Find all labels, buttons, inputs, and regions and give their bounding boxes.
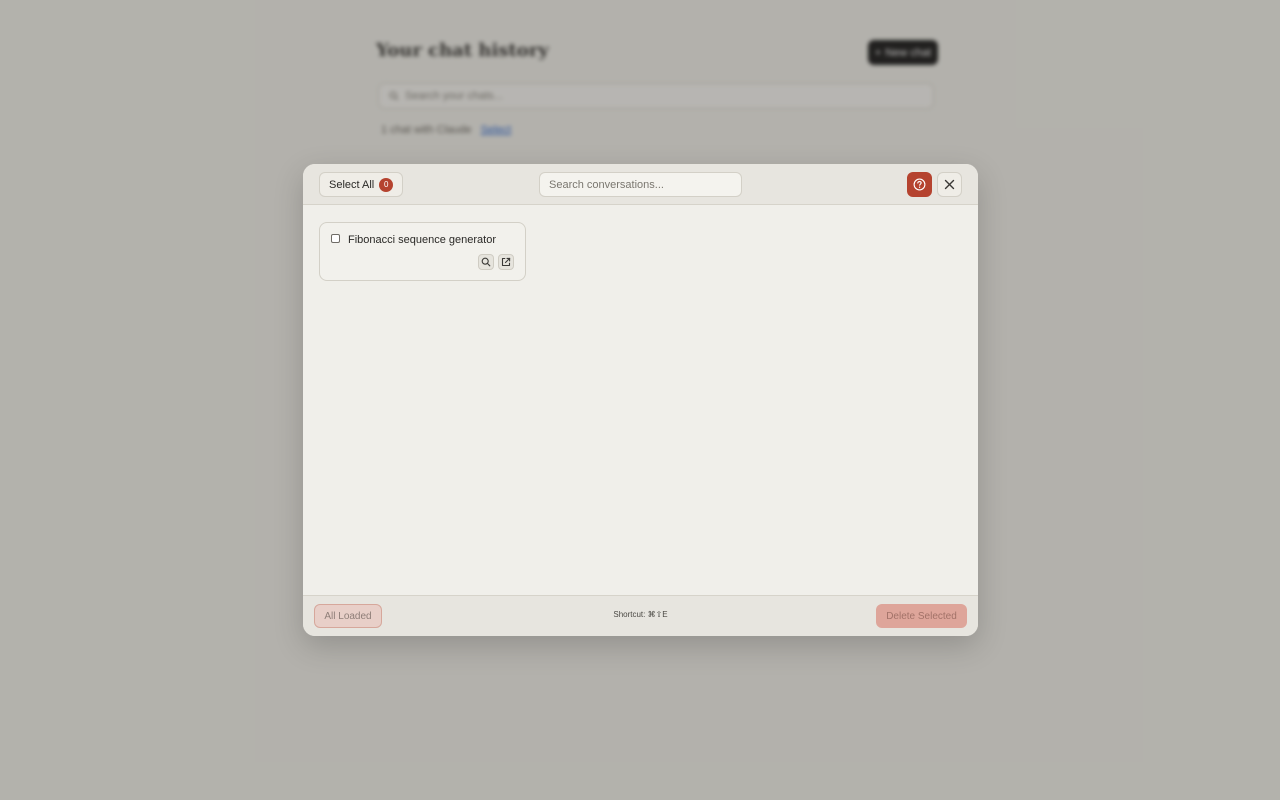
preview-conversation-button[interactable] xyxy=(478,254,494,270)
select-all-button[interactable]: Select All 0 xyxy=(319,172,404,197)
conversation-search-input[interactable] xyxy=(539,172,742,197)
open-conversation-button[interactable] xyxy=(498,254,514,270)
search-icon xyxy=(481,257,491,267)
modal-footer: All Loaded Shortcut: ⌘⇧E Delete Selected xyxy=(303,595,978,636)
close-button[interactable] xyxy=(937,172,962,197)
help-circle-icon xyxy=(913,178,926,191)
select-all-label: Select All xyxy=(329,178,375,191)
modal-header: Select All 0 xyxy=(303,164,978,205)
selected-count-badge: 0 xyxy=(379,177,394,192)
conversation-card[interactable]: Fibonacci sequence generator xyxy=(319,222,526,281)
external-link-icon xyxy=(501,257,511,267)
conversation-list: Fibonacci sequence generator xyxy=(303,205,978,595)
conversation-checkbox[interactable] xyxy=(331,234,340,243)
conversation-title: Fibonacci sequence generator xyxy=(348,234,496,246)
delete-selected-button[interactable]: Delete Selected xyxy=(876,604,967,628)
bulk-delete-modal: Select All 0 Fibonacci sequence generato… xyxy=(303,164,978,636)
close-icon xyxy=(944,179,955,190)
help-button[interactable] xyxy=(907,172,932,197)
